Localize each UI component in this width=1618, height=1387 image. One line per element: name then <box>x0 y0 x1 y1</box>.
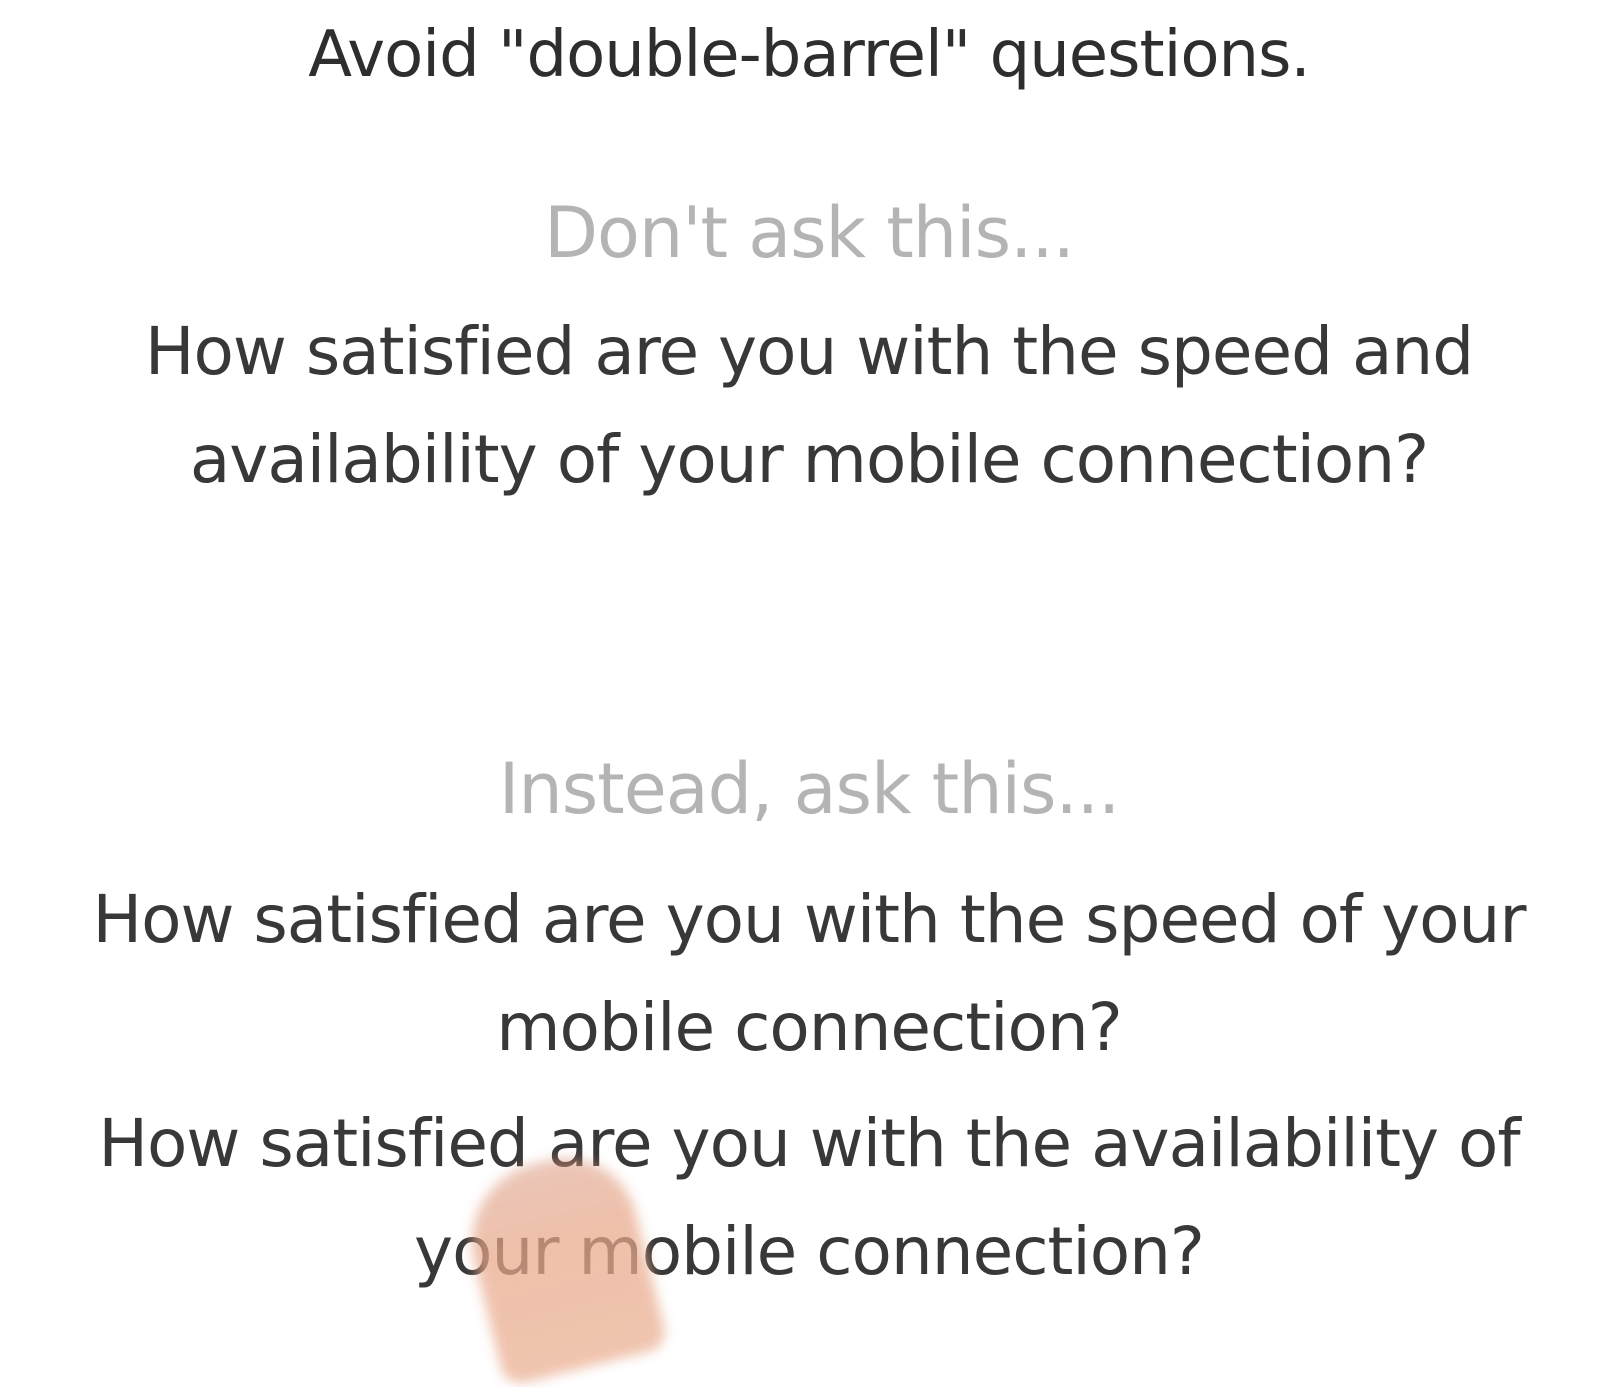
double-barrel-question-line-2: availability of your mobile connection? <box>189 421 1429 498</box>
slide: Avoid "double-barrel" questions. Don't a… <box>0 0 1618 1387</box>
double-barrel-question-line-1: How satisfied are you with the speed and <box>144 313 1474 390</box>
dont-ask-label: Don't ask this... <box>544 192 1075 274</box>
availability-question: How satisfied are you with the availabil… <box>0 1090 1618 1306</box>
instead-ask-label: Instead, ask this... <box>498 748 1120 830</box>
speed-question: How satisfied are you with the speed of … <box>0 866 1618 1082</box>
speed-question-line-2: mobile connection? <box>496 989 1123 1066</box>
availability-question-line-1: How satisfied are you with the availabil… <box>98 1105 1520 1182</box>
double-barrel-question: How satisfied are you with the speed and… <box>0 298 1618 514</box>
slide-heading: Avoid "double-barrel" questions. <box>308 18 1311 92</box>
availability-question-line-2: your mobile connection? <box>414 1213 1205 1290</box>
speed-question-line-1: How satisfied are you with the speed of … <box>92 881 1526 958</box>
